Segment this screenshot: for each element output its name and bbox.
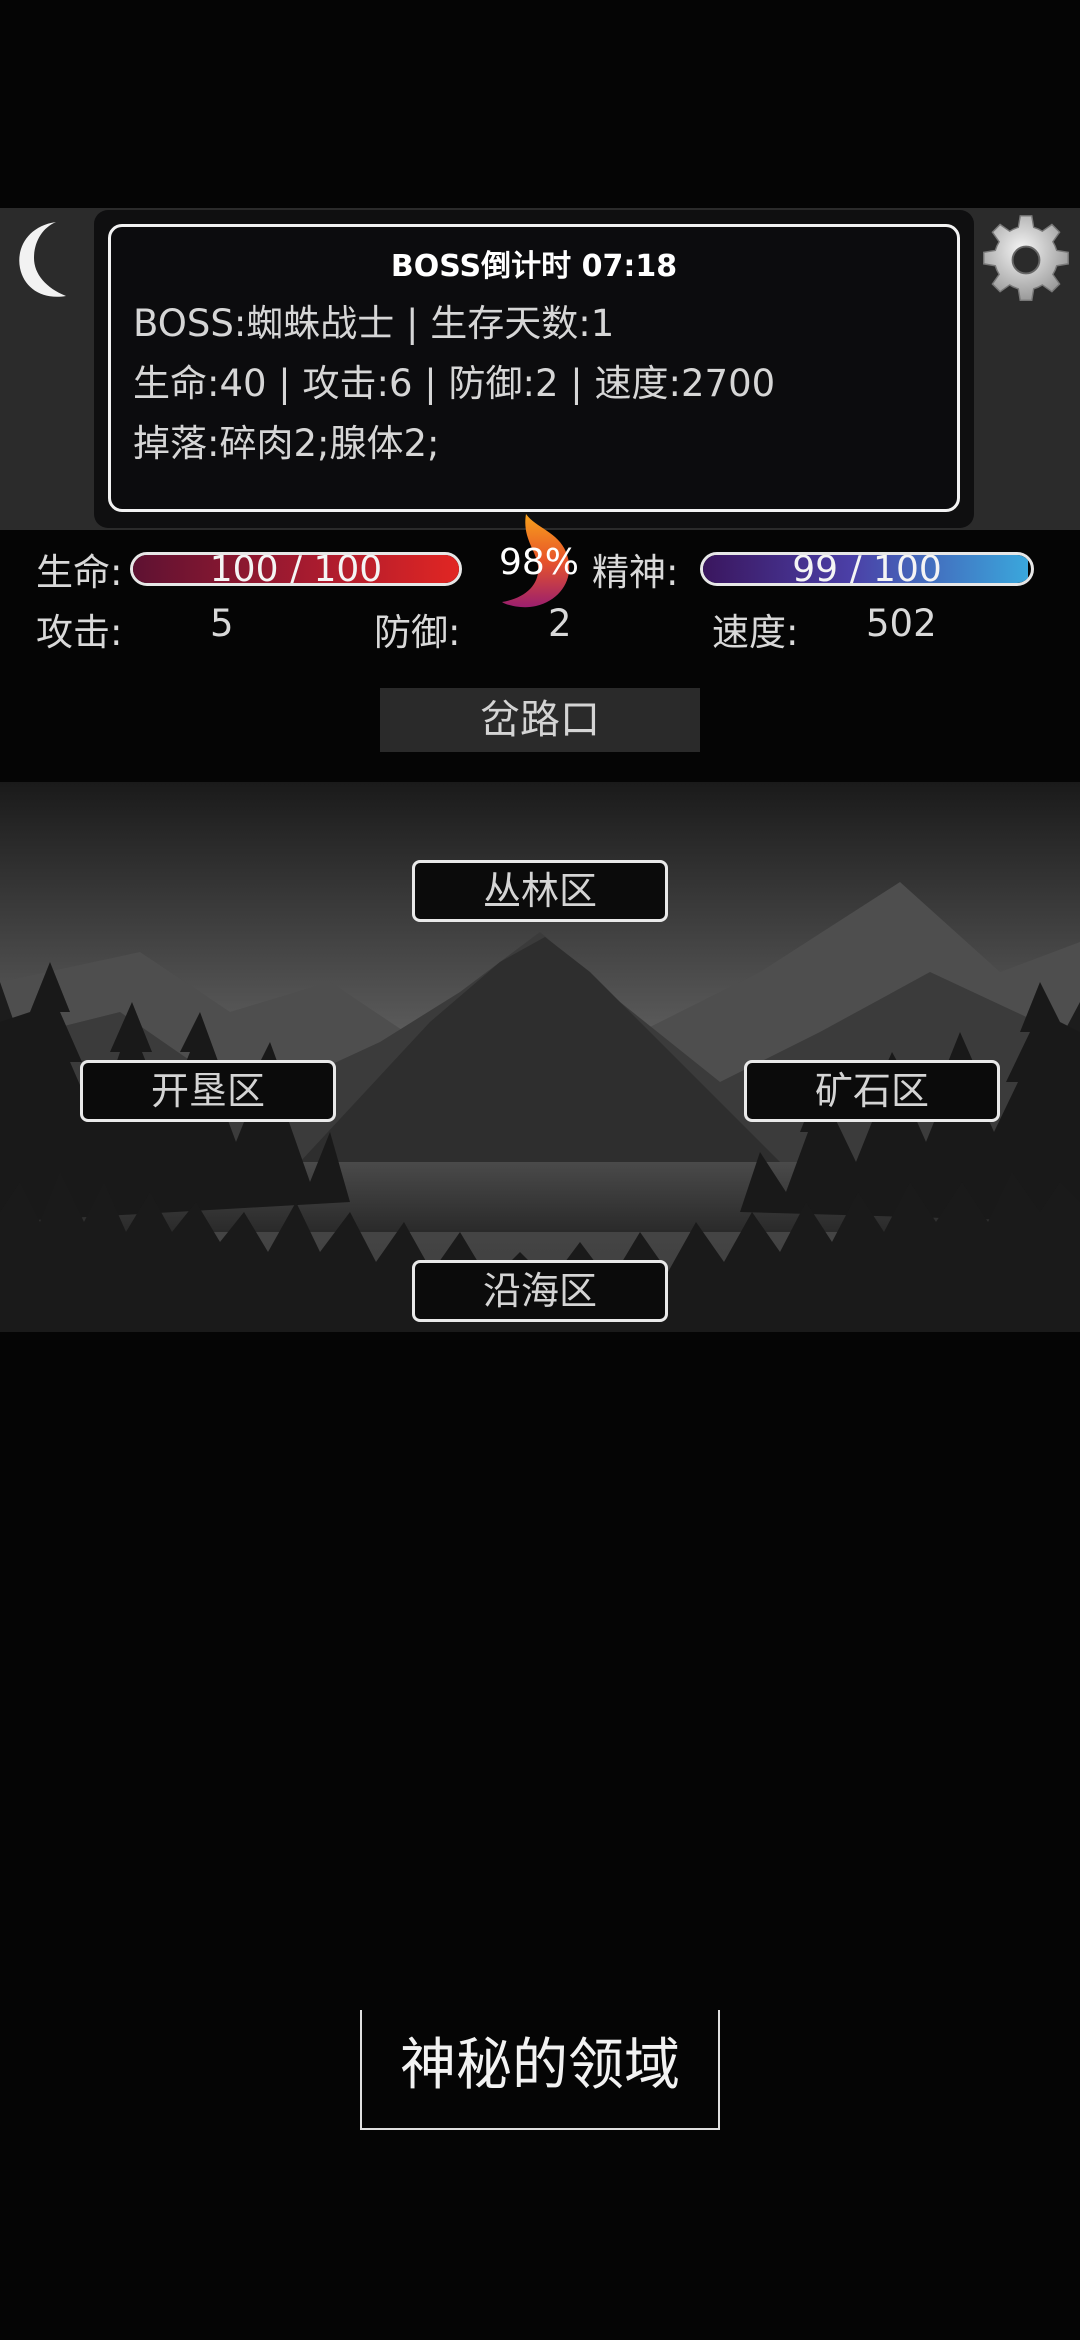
zone-button-jungle[interactable]: 丛林区 xyxy=(412,860,668,922)
defense-value: 2 xyxy=(548,602,572,645)
mysterious-realm-button[interactable]: 神秘的领域 xyxy=(360,2010,720,2130)
zone-button-coast[interactable]: 沿海区 xyxy=(412,1260,668,1322)
hp-label: 生命: xyxy=(36,551,123,594)
boss-stats-line: 生命:40 | 攻击:6 | 防御:2 | 速度:2700 xyxy=(133,362,776,405)
boss-countdown-title: BOSS倒计时 07:18 xyxy=(390,249,678,284)
mp-label: 精神: xyxy=(592,551,679,594)
game-screen: BOSS倒计时 07:18 BOSS:蜘蛛战士 | 生存天数:1 生命:40 |… xyxy=(0,0,1080,2340)
boss-name-line: BOSS:蜘蛛战士 | 生存天数:1 xyxy=(133,302,615,345)
boss-info-panel: BOSS倒计时 07:18 BOSS:蜘蛛战士 | 生存天数:1 生命:40 |… xyxy=(108,224,960,512)
attack-value: 5 xyxy=(210,602,234,645)
zone-button-mine[interactable]: 矿石区 xyxy=(744,1060,1000,1122)
mp-bar-text: 99 / 100 xyxy=(792,552,942,586)
current-location: 岔路口 xyxy=(380,688,700,752)
hp-bar-text: 100 / 100 xyxy=(209,552,383,586)
gear-icon[interactable] xyxy=(978,212,1074,308)
speed-value: 502 xyxy=(866,602,937,645)
boss-drops-line: 掉落:碎肉2;腺体2; xyxy=(133,422,440,465)
zone-button-farmland[interactable]: 开垦区 xyxy=(80,1060,336,1122)
defense-label: 防御: xyxy=(374,611,461,654)
attack-label: 攻击: xyxy=(36,611,123,654)
mp-bar: 99 / 100 xyxy=(700,552,1034,586)
speed-label: 速度: xyxy=(712,611,799,654)
spirit-percent: 98% xyxy=(498,542,579,583)
hp-bar: 100 / 100 xyxy=(130,552,462,586)
moon-icon[interactable] xyxy=(10,218,72,302)
